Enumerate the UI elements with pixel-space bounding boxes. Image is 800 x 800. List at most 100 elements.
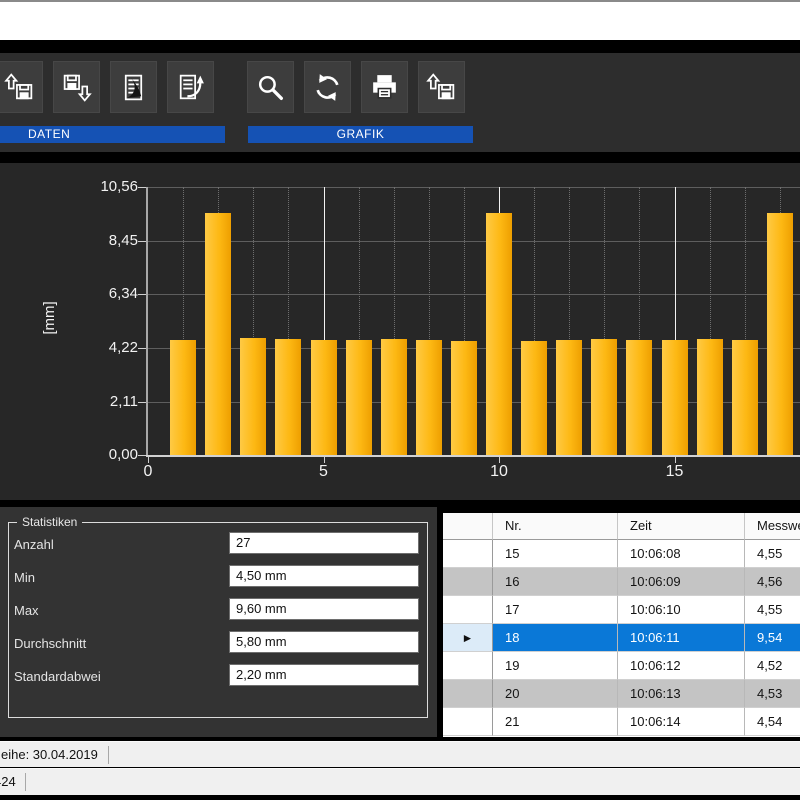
- chart-y-tick-label: 10,56: [78, 178, 138, 195]
- chart-bar: [626, 340, 652, 456]
- measurement-table[interactable]: Nr.ZeitMesswert1510:06:084,551610:06:094…: [443, 513, 800, 737]
- chart-x-tick-label: 5: [304, 463, 344, 481]
- chart-bar: [275, 339, 301, 455]
- stat-label-durchschnitt: Durchschnitt: [14, 633, 86, 655]
- chart-x-tick-mark: [499, 457, 500, 463]
- stat-label-standardabwei: Standardabwei: [14, 666, 101, 688]
- chart-x-tick-mark: [324, 457, 325, 463]
- chart-y-tick-mark: [138, 241, 146, 242]
- cell-nr[interactable]: 15: [493, 540, 618, 568]
- chart-x-tick-label: 0: [128, 463, 168, 481]
- table-row[interactable]: 1910:06:124,52: [443, 652, 800, 680]
- table-row[interactable]: 1610:06:094,56: [443, 568, 800, 596]
- chart-bar: [451, 341, 477, 455]
- chart-bar: [381, 339, 407, 455]
- row-selector-cell[interactable]: ►: [443, 624, 493, 652]
- chart-hgridline: [148, 294, 800, 295]
- chart-x-tick-label: 10: [479, 463, 519, 481]
- toolbar-group-label-daten: DATEN: [0, 126, 225, 143]
- table-header-nr[interactable]: Nr.: [493, 513, 618, 540]
- chart-y-tick-label: 6,34: [78, 285, 138, 302]
- chart-bar: [311, 340, 337, 456]
- statistics-panel: Statistiken Anzahl27Min4,50 mmMax9,60 mm…: [0, 507, 437, 737]
- row-selector-cell[interactable]: [443, 596, 493, 624]
- cell-zeit[interactable]: 10:06:10: [618, 596, 745, 624]
- cell-zeit[interactable]: 10:06:14: [618, 708, 745, 736]
- statusbar-separator: [25, 773, 26, 791]
- chart-x-tick-mark: [675, 457, 676, 463]
- table-header-messwert[interactable]: Messwert: [745, 513, 800, 540]
- table-row[interactable]: 1510:06:084,55: [443, 540, 800, 568]
- table-row[interactable]: 2110:06:144,54: [443, 708, 800, 736]
- table-row[interactable]: 1710:06:104,55: [443, 596, 800, 624]
- zoom-graphic-button[interactable]: [247, 61, 294, 113]
- stat-value-anzahl[interactable]: 27: [229, 532, 419, 554]
- stat-label-anzahl: Anzahl: [14, 534, 54, 556]
- chart-bar: [767, 213, 793, 455]
- application-window: DATEN GRAFIK [mm] 0,002,114,226,348,4510…: [0, 0, 800, 800]
- stat-value-max[interactable]: 9,60 mm: [229, 598, 419, 620]
- floppy-up-icon: [425, 71, 458, 104]
- cell-zeit[interactable]: 10:06:08: [618, 540, 745, 568]
- cell-messwert[interactable]: 4,56: [745, 568, 800, 596]
- cell-messwert[interactable]: 4,54: [745, 708, 800, 736]
- load-data-button[interactable]: [0, 61, 43, 113]
- cell-zeit[interactable]: 10:06:12: [618, 652, 745, 680]
- chart-bar: [240, 338, 266, 455]
- cell-zeit[interactable]: 10:06:09: [618, 568, 745, 596]
- chart-bar: [416, 340, 442, 456]
- chart-y-axis-title: [mm]: [41, 288, 57, 348]
- floppy-up-icon: [3, 71, 36, 104]
- cell-nr[interactable]: 17: [493, 596, 618, 624]
- cell-nr[interactable]: 21: [493, 708, 618, 736]
- table-row[interactable]: 2010:06:134,53: [443, 680, 800, 708]
- cell-messwert[interactable]: 4,55: [745, 540, 800, 568]
- cell-nr[interactable]: 18: [493, 624, 618, 652]
- toolbar-group-label-grafik: GRAFIK: [248, 126, 473, 143]
- row-selector-cell[interactable]: [443, 540, 493, 568]
- statusbar-series: eihe: 30.04.2019: [0, 741, 800, 767]
- chart-y-tick-label: 0,00: [78, 446, 138, 463]
- table-header-zeit[interactable]: Zeit: [618, 513, 745, 540]
- cell-messwert[interactable]: 4,55: [745, 596, 800, 624]
- stat-value-standardabwei[interactable]: 2,20 mm: [229, 664, 419, 686]
- selected-row-arrow-icon: ►: [462, 631, 474, 645]
- table-header-row: Nr.ZeitMesswert: [443, 513, 800, 540]
- printer-icon: [368, 71, 401, 104]
- chart-y-tick-mark: [138, 187, 146, 188]
- stat-value-min[interactable]: 4,50 mm: [229, 565, 419, 587]
- stat-value-durchschnitt[interactable]: 5,80 mm: [229, 631, 419, 653]
- chart-bar: [521, 341, 547, 455]
- cell-zeit[interactable]: 10:06:13: [618, 680, 745, 708]
- row-selector-cell[interactable]: [443, 568, 493, 596]
- recycle-icon: [311, 71, 344, 104]
- cell-messwert[interactable]: 9,54: [745, 624, 800, 652]
- export-data-button[interactable]: [167, 61, 214, 113]
- row-selector-cell[interactable]: [443, 680, 493, 708]
- magnifier-icon: [254, 71, 287, 104]
- cell-nr[interactable]: 19: [493, 652, 618, 680]
- measurement-chart[interactable]: [mm] 0,002,114,226,348,4510,56051015: [0, 163, 800, 500]
- table-row-selected[interactable]: ► 1810:06:119,54: [443, 624, 800, 652]
- statusbar-device-text: 424: [0, 769, 16, 795]
- chart-x-tick-mark: [148, 457, 149, 463]
- row-selector-cell[interactable]: [443, 652, 493, 680]
- chart-y-tick-label: 2,11: [78, 393, 138, 410]
- row-selector-cell[interactable]: [443, 708, 493, 736]
- cell-nr[interactable]: 16: [493, 568, 618, 596]
- chart-bar: [486, 213, 512, 455]
- chart-y-tick-mark: [138, 455, 146, 456]
- chart-bar: [662, 340, 688, 456]
- chart-bar: [205, 213, 231, 455]
- cell-nr[interactable]: 20: [493, 680, 618, 708]
- cell-messwert[interactable]: 4,52: [745, 652, 800, 680]
- cell-messwert[interactable]: 4,53: [745, 680, 800, 708]
- clear-data-button[interactable]: [110, 61, 157, 113]
- chart-y-tick-label: 8,45: [78, 232, 138, 249]
- cell-zeit[interactable]: 10:06:11: [618, 624, 745, 652]
- save-graphic-button[interactable]: [418, 61, 465, 113]
- save-data-button[interactable]: [53, 61, 100, 113]
- print-graphic-button[interactable]: [361, 61, 408, 113]
- chart-bar: [697, 339, 723, 455]
- refresh-graphic-button[interactable]: [304, 61, 351, 113]
